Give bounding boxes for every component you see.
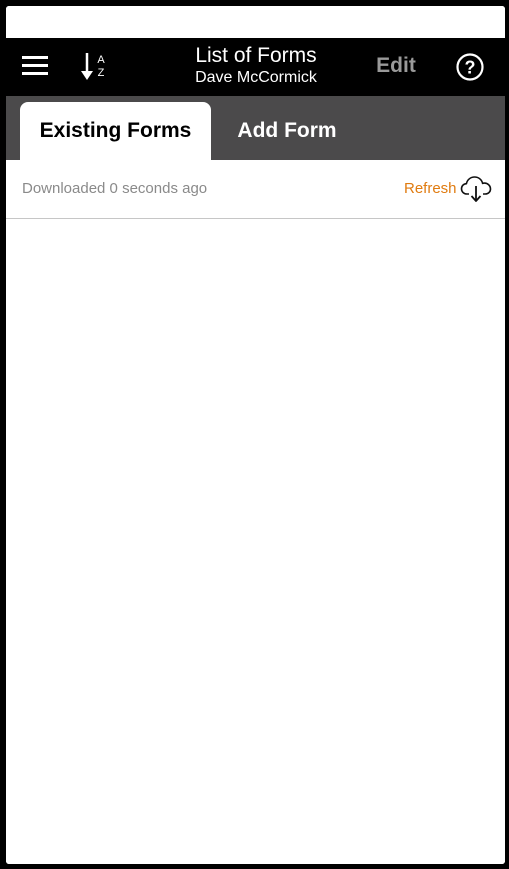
status-bar-area bbox=[6, 6, 505, 38]
sort-letter-a: A bbox=[97, 54, 105, 66]
menu-icon[interactable] bbox=[20, 52, 50, 80]
tab-add-form[interactable]: Add Form bbox=[222, 102, 352, 160]
refresh-button[interactable]: Refresh bbox=[404, 180, 457, 197]
edit-button[interactable]: Edit bbox=[366, 54, 426, 78]
page-title: List of Forms bbox=[195, 44, 317, 67]
sort-alpha-icon[interactable]: A Z bbox=[80, 50, 110, 82]
tab-existing-forms[interactable]: Existing Forms bbox=[20, 102, 211, 160]
cloud-download-icon[interactable] bbox=[460, 174, 492, 204]
page-title-block: List of Forms Dave McCormick bbox=[156, 44, 356, 88]
help-glyph: ? bbox=[465, 58, 476, 78]
sort-letter-z: Z bbox=[98, 67, 105, 79]
download-status-text: Downloaded 0 seconds ago bbox=[22, 180, 208, 197]
tab-bar: Existing Forms Add Form bbox=[6, 96, 505, 160]
forms-list[interactable] bbox=[6, 219, 505, 864]
user-name: Dave McCormick bbox=[195, 69, 317, 86]
sync-status-row: Downloaded 0 seconds ago Refresh bbox=[6, 160, 505, 219]
navigation-bar: A Z List of Forms Dave McCormick Edit ? bbox=[6, 38, 505, 96]
help-icon[interactable]: ? bbox=[455, 52, 485, 82]
app-screen: A Z List of Forms Dave McCormick Edit ? … bbox=[6, 6, 505, 864]
